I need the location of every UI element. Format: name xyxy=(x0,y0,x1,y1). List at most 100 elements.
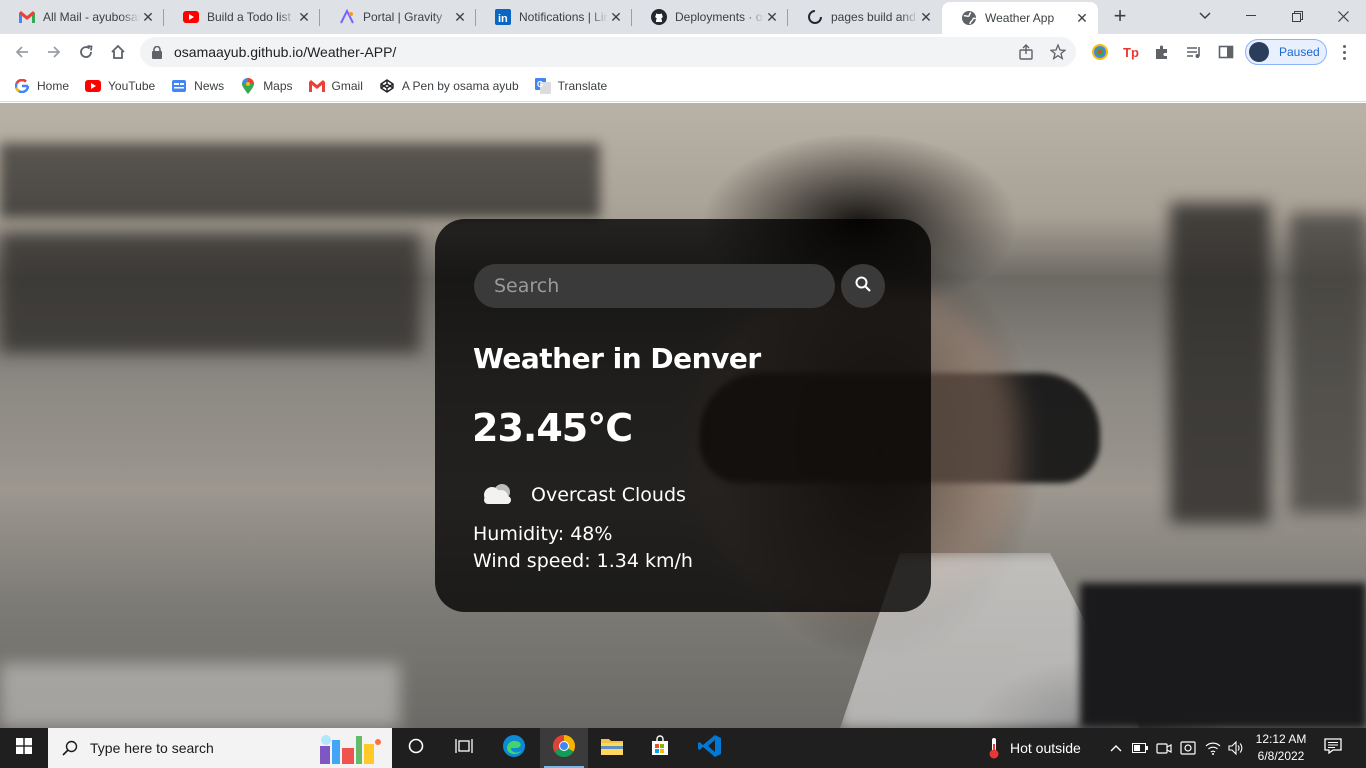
meet-now-icon[interactable] xyxy=(1156,740,1172,756)
volume-icon[interactable] xyxy=(1228,740,1244,756)
weather-widget-text: Hot outside xyxy=(1010,740,1081,756)
browser-tab-strip: All Mail - ayubosama ✕ Build a Todo list… xyxy=(0,0,1366,34)
profile-button[interactable]: Paused xyxy=(1245,39,1327,65)
codepen-icon xyxy=(379,78,395,94)
weather-card: Weather in Denver 23.45°C Overcast Cloud… xyxy=(435,219,931,612)
google-translate-icon: G xyxy=(534,77,551,94)
thermometer-icon xyxy=(988,737,1000,759)
show-hidden-icons-chevron-icon[interactable] xyxy=(1108,740,1124,756)
taskbar-chrome[interactable] xyxy=(540,728,588,768)
share-icon[interactable] xyxy=(1018,44,1034,60)
tab-gmail[interactable]: All Mail - ayubosama ✕ xyxy=(0,0,164,34)
tab-github-actions[interactable]: pages build and deploy ✕ xyxy=(788,0,942,34)
tab-github-deployments[interactable]: Deployments · osama ✕ xyxy=(632,0,788,34)
bookmarks-bar: Home YouTube News Maps Gmail A Pen by os… xyxy=(0,70,1366,102)
gmail-icon xyxy=(19,9,35,25)
google-maps-icon xyxy=(240,77,256,94)
address-bar[interactable]: osamaayub.github.io/Weather-APP/ xyxy=(140,37,1076,67)
task-view-button[interactable] xyxy=(440,728,488,768)
bookmark-home[interactable]: Home xyxy=(14,78,69,94)
windows-taskbar: Type here to search Hot outside 12:12 AM… xyxy=(0,728,1366,768)
extensions-puzzle-icon[interactable] xyxy=(1152,42,1172,62)
close-icon[interactable]: ✕ xyxy=(296,9,312,25)
reload-button[interactable] xyxy=(72,38,100,66)
color-extension-icon[interactable] xyxy=(1090,42,1110,62)
taskbar-search-box[interactable]: Type here to search xyxy=(48,728,392,768)
notification-center-button[interactable] xyxy=(1318,728,1348,768)
more-menu-icon[interactable] xyxy=(1334,42,1354,62)
youtube-icon xyxy=(85,78,102,94)
taskbar-edge[interactable] xyxy=(490,728,538,768)
taskbar-vscode[interactable] xyxy=(686,728,734,768)
temperature: 23.45°C xyxy=(472,406,633,450)
gmail-icon xyxy=(308,78,325,94)
minimize-button[interactable] xyxy=(1228,0,1274,32)
background-photo xyxy=(0,143,600,218)
cortana-button[interactable] xyxy=(392,728,440,768)
avatar xyxy=(1249,42,1269,62)
url-text[interactable]: osamaayub.github.io/Weather-APP/ xyxy=(174,44,396,60)
bookmark-label: Home xyxy=(37,78,70,93)
close-icon[interactable]: ✕ xyxy=(452,9,468,25)
tab-title: Weather App xyxy=(985,11,1055,25)
weather-app-page: Weather in Denver 23.45°C Overcast Cloud… xyxy=(0,103,1366,728)
new-tab-button[interactable]: + xyxy=(1108,5,1132,29)
media-playlist-icon[interactable] xyxy=(1184,42,1204,62)
search-input[interactable] xyxy=(494,275,814,297)
search-button[interactable] xyxy=(841,264,885,308)
tab-linkedin[interactable]: in Notifications | LinkedIn ✕ xyxy=(476,0,632,34)
tab-weather-app[interactable]: Weather App ✕ xyxy=(942,2,1098,34)
youtube-icon xyxy=(183,9,199,25)
taskbar-file-explorer[interactable] xyxy=(588,728,636,768)
forward-button[interactable] xyxy=(40,38,68,66)
github-actions-icon xyxy=(807,9,823,25)
tab-title: Portal | Gravity xyxy=(363,10,443,24)
close-icon[interactable]: ✕ xyxy=(608,9,624,25)
taskbar-store[interactable] xyxy=(636,728,684,768)
bookmark-maps[interactable]: Maps xyxy=(240,77,293,94)
bookmark-star-icon[interactable] xyxy=(1050,44,1066,60)
tab-title: Deployments · osama xyxy=(675,10,764,24)
clock-time: 12:12 AM xyxy=(1255,732,1307,746)
home-button[interactable] xyxy=(104,38,132,66)
close-icon[interactable]: ✕ xyxy=(140,9,156,25)
bookmark-label: Gmail xyxy=(331,78,363,93)
bookmark-label: Maps xyxy=(263,78,293,93)
bookmark-label: News xyxy=(194,78,225,93)
close-icon[interactable]: ✕ xyxy=(918,9,934,25)
folder-icon xyxy=(600,736,624,761)
bookmark-codepen[interactable]: A Pen by osama ayub xyxy=(379,78,519,94)
wifi-icon[interactable] xyxy=(1205,740,1221,756)
gravity-icon xyxy=(339,9,355,25)
bookmark-translate[interactable]: G Translate xyxy=(534,77,607,94)
close-icon[interactable]: ✕ xyxy=(1074,10,1090,26)
taskbar-weather-widget[interactable]: Hot outside xyxy=(988,728,1081,768)
close-window-button[interactable] xyxy=(1320,0,1366,32)
chrome-icon xyxy=(552,734,576,763)
tab-gravity[interactable]: Portal | Gravity ✕ xyxy=(320,0,476,34)
bookmark-youtube[interactable]: YouTube xyxy=(85,78,155,94)
lock-icon[interactable] xyxy=(152,45,166,59)
bookmark-news[interactable]: News xyxy=(171,78,224,94)
battery-icon[interactable] xyxy=(1132,740,1148,756)
google-icon xyxy=(14,78,30,94)
tab-youtube[interactable]: Build a Todo list app ✕ xyxy=(164,0,320,34)
search-input-wrapper[interactable] xyxy=(474,264,835,308)
globe-icon xyxy=(961,10,977,26)
bookmark-gmail[interactable]: Gmail xyxy=(308,78,363,94)
side-panel-icon[interactable] xyxy=(1216,42,1236,62)
restore-button[interactable] xyxy=(1274,0,1320,32)
start-button[interactable] xyxy=(0,728,48,768)
screen-capture-icon[interactable] xyxy=(1180,740,1196,756)
tab-search-chevron-icon[interactable] xyxy=(1182,0,1228,32)
store-icon xyxy=(649,734,671,762)
back-button[interactable] xyxy=(8,38,36,66)
close-icon[interactable]: ✕ xyxy=(764,9,780,25)
svg-text:in: in xyxy=(498,13,508,25)
browser-toolbar: osamaayub.github.io/Weather-APP/ Tp Paus… xyxy=(0,34,1366,70)
task-view-icon xyxy=(455,738,473,759)
notification-icon xyxy=(1324,737,1342,759)
bookmark-label: A Pen by osama ayub xyxy=(401,78,519,93)
system-clock[interactable]: 12:12 AM 6/8/2022 xyxy=(1250,731,1312,765)
tp-extension-icon[interactable]: Tp xyxy=(1121,42,1141,62)
